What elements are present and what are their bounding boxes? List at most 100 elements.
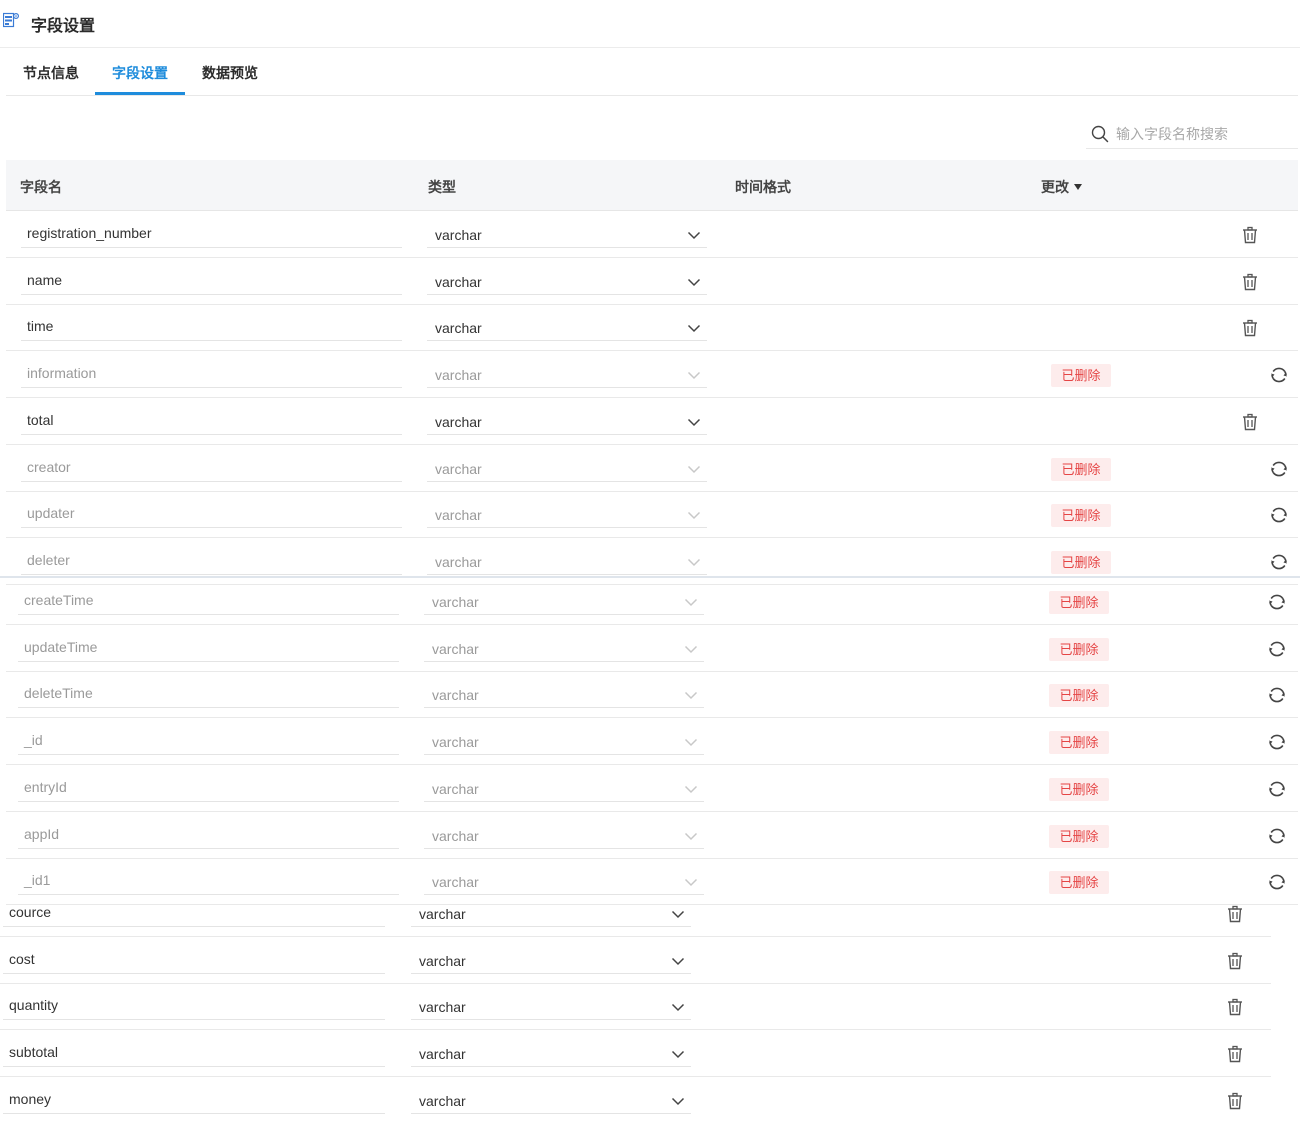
field-type-value: varchar: [435, 227, 482, 243]
chevron-down-icon: [687, 462, 701, 479]
tab-node-info[interactable]: 节点信息: [23, 63, 79, 83]
field-name-input[interactable]: entryId: [18, 776, 399, 802]
field-type-value: varchar: [419, 1046, 466, 1062]
table-row: time varchar: [6, 305, 1298, 351]
field-type-value: varchar: [432, 687, 479, 703]
field-name-input[interactable]: cost: [3, 948, 385, 974]
trash-icon[interactable]: [1225, 1091, 1245, 1111]
field-name-input[interactable]: cource: [3, 901, 385, 927]
trash-icon[interactable]: [1240, 412, 1260, 432]
field-name-input[interactable]: time: [21, 315, 402, 341]
trash-icon[interactable]: [1225, 904, 1245, 924]
deleted-status-badge: 已删除: [1049, 731, 1109, 754]
field-type-value: varchar: [419, 1093, 466, 1109]
restore-icon[interactable]: [1269, 459, 1289, 479]
field-name-input[interactable]: appId: [18, 823, 399, 849]
field-type-select[interactable]: varchar: [411, 994, 691, 1020]
field-type-select[interactable]: varchar: [424, 823, 704, 849]
deleted-status-badge: 已删除: [1051, 504, 1111, 527]
field-name-input[interactable]: updateTime: [18, 636, 399, 662]
field-type-select[interactable]: varchar: [411, 948, 691, 974]
restore-icon[interactable]: [1267, 826, 1287, 846]
field-name-input[interactable]: deleter: [21, 549, 402, 575]
field-name-input[interactable]: total: [21, 409, 402, 435]
field-type-select[interactable]: varchar: [411, 1088, 691, 1114]
field-type-select[interactable]: varchar: [411, 901, 691, 927]
deleted-status-badge: 已删除: [1051, 458, 1111, 481]
field-type-select[interactable]: varchar: [427, 222, 707, 248]
field-type-select[interactable]: varchar: [411, 1041, 691, 1067]
table-row: updateTime varchar 已删除: [6, 626, 1298, 672]
field-type-select[interactable]: varchar: [424, 636, 704, 662]
caret-down-icon: [1074, 184, 1082, 190]
field-type-select[interactable]: varchar: [427, 362, 707, 388]
field-name-input[interactable]: subtotal: [3, 1041, 385, 1067]
tab-bar: 节点信息 字段设置 数据预览: [6, 50, 1298, 96]
chevron-down-icon: [687, 555, 701, 572]
restore-icon[interactable]: [1269, 365, 1289, 385]
field-name-input[interactable]: createTime: [18, 589, 399, 615]
chevron-down-icon: [671, 1094, 685, 1111]
tab-field-settings[interactable]: 字段设置: [112, 63, 168, 83]
field-name-input[interactable]: updater: [21, 502, 402, 528]
field-type-value: varchar: [432, 594, 479, 610]
field-type-value: varchar: [435, 367, 482, 383]
restore-icon[interactable]: [1267, 732, 1287, 752]
restore-icon[interactable]: [1267, 779, 1287, 799]
field-name-input[interactable]: _id: [18, 729, 399, 755]
restore-icon[interactable]: [1267, 639, 1287, 659]
trash-icon[interactable]: [1225, 997, 1245, 1017]
field-type-value: varchar: [419, 906, 466, 922]
restore-icon[interactable]: [1269, 505, 1289, 525]
field-type-select[interactable]: varchar: [424, 589, 704, 615]
field-type-select[interactable]: varchar: [427, 315, 707, 341]
field-type-value: varchar: [432, 734, 479, 750]
field-type-value: varchar: [419, 999, 466, 1015]
deleted-status-badge: 已删除: [1051, 364, 1111, 387]
field-name-input[interactable]: name: [21, 269, 402, 295]
field-type-select[interactable]: varchar: [427, 269, 707, 295]
field-type-select[interactable]: varchar: [427, 456, 707, 482]
tab-data-preview[interactable]: 数据预览: [202, 63, 258, 83]
column-header-change[interactable]: 更改: [1041, 177, 1082, 197]
restore-icon[interactable]: [1267, 592, 1287, 612]
field-name-input[interactable]: deleteTime: [18, 682, 399, 708]
column-header-type: 类型: [428, 179, 456, 195]
table-row: deleteTime varchar 已删除: [6, 672, 1298, 718]
table-row: total varchar: [6, 399, 1298, 445]
chevron-down-icon: [684, 875, 698, 892]
restore-icon[interactable]: [1267, 685, 1287, 705]
deleted-status-badge: 已删除: [1051, 551, 1111, 574]
field-type-select[interactable]: varchar: [427, 549, 707, 575]
trash-icon[interactable]: [1225, 1044, 1245, 1064]
field-name-input[interactable]: creator: [21, 456, 402, 482]
field-type-select[interactable]: varchar: [427, 502, 707, 528]
field-name-input[interactable]: money: [3, 1088, 385, 1114]
field-name-input[interactable]: quantity: [3, 994, 385, 1020]
table-row: _id varchar 已删除: [6, 719, 1298, 765]
field-type-value: varchar: [435, 320, 482, 336]
column-header-time-format: 时间格式: [735, 179, 791, 195]
field-type-value: varchar: [435, 507, 482, 523]
page-title: 字段设置: [31, 18, 96, 35]
field-type-value: varchar: [435, 274, 482, 290]
restore-icon[interactable]: [1269, 552, 1289, 572]
active-tab-indicator: [95, 92, 185, 95]
field-name-input[interactable]: information: [21, 362, 402, 388]
trash-icon[interactable]: [1240, 318, 1260, 338]
trash-icon[interactable]: [1225, 951, 1245, 971]
chevron-down-icon: [687, 368, 701, 385]
trash-icon[interactable]: [1240, 225, 1260, 245]
trash-icon[interactable]: [1240, 272, 1260, 292]
field-type-select[interactable]: varchar: [424, 682, 704, 708]
field-type-value: varchar: [432, 781, 479, 797]
field-type-select[interactable]: varchar: [424, 776, 704, 802]
restore-icon[interactable]: [1267, 872, 1287, 892]
table-row: name varchar: [6, 259, 1298, 305]
chevron-down-icon: [687, 508, 701, 525]
field-type-select[interactable]: varchar: [427, 409, 707, 435]
chevron-down-icon: [684, 642, 698, 659]
field-type-select[interactable]: varchar: [424, 729, 704, 755]
field-search-input[interactable]: [1116, 123, 1294, 145]
field-name-input[interactable]: registration_number: [21, 222, 402, 248]
